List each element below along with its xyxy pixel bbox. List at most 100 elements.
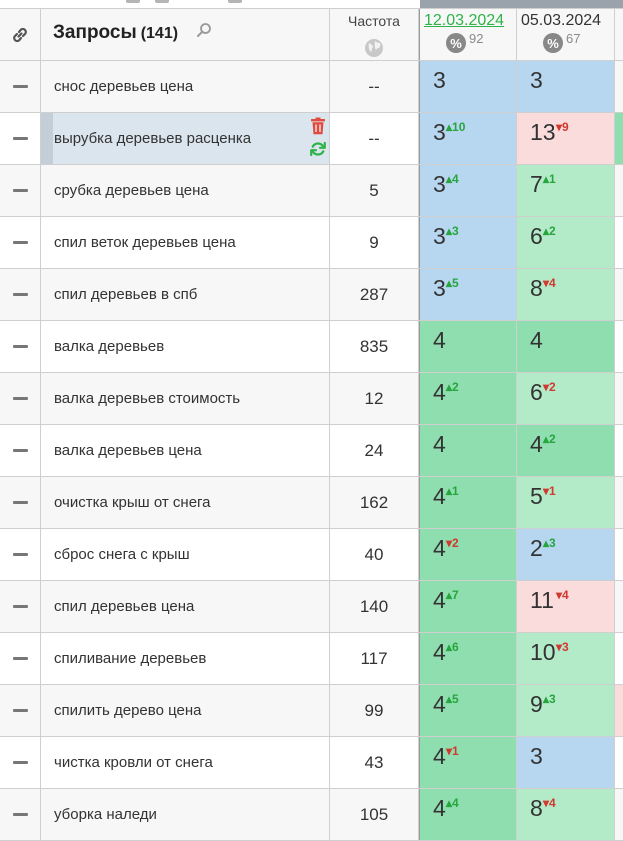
position-cell[interactable]: 4 ▾1: [419, 737, 517, 788]
table-row[interactable]: срубка деревьев цена 5 3 ▴4 7 ▴1: [0, 165, 623, 217]
row-toggle[interactable]: [0, 61, 41, 112]
table-row[interactable]: спил деревьев в спб 287 3 ▴5 8 ▾4: [0, 269, 623, 321]
position-cell[interactable]: [615, 477, 623, 528]
position-cell[interactable]: 2 ▴3: [517, 529, 615, 580]
search-icon[interactable]: [196, 22, 212, 43]
position-cell[interactable]: [615, 633, 623, 684]
table-row[interactable]: валка деревьев цена 24 4 4 ▴2: [0, 425, 623, 477]
row-toggle[interactable]: [0, 685, 41, 736]
position-cell[interactable]: 9 ▴3: [517, 685, 615, 736]
position-cell[interactable]: 3: [517, 61, 615, 112]
globe-icon[interactable]: [364, 38, 384, 63]
trash-icon[interactable]: [310, 117, 326, 135]
table-row[interactable]: вырубка деревьев расценка -- 3 ▴10 13 ▾9: [0, 113, 623, 165]
position-cell[interactable]: [615, 529, 623, 580]
position-cell[interactable]: 6 ▾2: [517, 373, 615, 424]
position-cell[interactable]: 3 ▴4: [419, 165, 517, 216]
table-row[interactable]: спилить дерево цена 99 4 ▴5 9 ▴3: [0, 685, 623, 737]
minus-icon[interactable]: [12, 761, 28, 764]
position-cell[interactable]: 3 ▴10: [419, 113, 517, 164]
position-cell[interactable]: 3: [419, 61, 517, 112]
query-cell[interactable]: валка деревьев цена: [41, 425, 330, 476]
position-cell[interactable]: 4: [517, 321, 615, 372]
position-cell[interactable]: [615, 685, 623, 736]
refresh-icon[interactable]: [309, 140, 327, 158]
link-icon[interactable]: [10, 25, 30, 45]
row-toggle[interactable]: [0, 165, 41, 216]
position-cell[interactable]: 4 ▴4: [419, 789, 517, 840]
query-cell[interactable]: очистка крыш от снега: [41, 477, 330, 528]
position-cell[interactable]: 4 ▾2: [419, 529, 517, 580]
query-cell[interactable]: срубка деревьев цена: [41, 165, 330, 216]
row-toggle[interactable]: [0, 269, 41, 320]
minus-icon[interactable]: [12, 709, 28, 712]
query-cell[interactable]: валка деревьев стоимость: [41, 373, 330, 424]
position-cell[interactable]: [615, 737, 623, 788]
position-cell[interactable]: 3: [517, 737, 615, 788]
query-cell[interactable]: снос деревьев цена: [41, 61, 330, 112]
query-cell[interactable]: спилить дерево цена: [41, 685, 330, 736]
minus-icon[interactable]: [12, 189, 28, 192]
minus-icon[interactable]: [12, 657, 28, 660]
minus-icon[interactable]: [12, 553, 28, 556]
position-cell[interactable]: [615, 61, 623, 112]
table-row[interactable]: валка деревьев 835 4 4: [0, 321, 623, 373]
position-cell[interactable]: 8 ▾4: [517, 789, 615, 840]
query-cell[interactable]: валка деревьев: [41, 321, 330, 372]
minus-icon[interactable]: [12, 397, 28, 400]
row-toggle[interactable]: [0, 113, 41, 164]
position-cell[interactable]: 4 ▴2: [419, 373, 517, 424]
minus-icon[interactable]: [12, 813, 28, 816]
date-column-header-3[interactable]: [615, 9, 623, 60]
minus-icon[interactable]: [12, 241, 28, 244]
minus-icon[interactable]: [12, 293, 28, 296]
position-cell[interactable]: 8 ▾4: [517, 269, 615, 320]
date-link-2[interactable]: 05.03.2024: [521, 12, 601, 30]
query-cell[interactable]: сброс снега с крыш: [41, 529, 330, 580]
query-cell[interactable]: чистка кровли от снега: [41, 737, 330, 788]
minus-icon[interactable]: [12, 605, 28, 608]
query-cell[interactable]: спил деревьев цена: [41, 581, 330, 632]
table-row[interactable]: очистка крыш от снега 162 4 ▴1 5 ▾1: [0, 477, 623, 529]
minus-icon[interactable]: [12, 501, 28, 504]
position-cell[interactable]: 5 ▾1: [517, 477, 615, 528]
position-cell[interactable]: [615, 789, 623, 840]
link-toggle[interactable]: [0, 9, 41, 60]
table-row[interactable]: валка деревьев стоимость 12 4 ▴2 6 ▾2: [0, 373, 623, 425]
position-cell[interactable]: 10 ▾3: [517, 633, 615, 684]
position-cell[interactable]: 3 ▴3: [419, 217, 517, 268]
query-cell[interactable]: вырубка деревьев расценка: [41, 113, 330, 164]
query-cell[interactable]: уборка наледи: [41, 789, 330, 840]
position-cell[interactable]: 4: [419, 425, 517, 476]
table-row[interactable]: снос деревьев цена -- 3 3: [0, 61, 623, 113]
minus-icon[interactable]: [12, 345, 28, 348]
row-toggle[interactable]: [0, 529, 41, 580]
position-cell[interactable]: 4 ▴6: [419, 633, 517, 684]
position-cell[interactable]: 4: [419, 321, 517, 372]
position-cell[interactable]: [615, 113, 623, 164]
row-toggle[interactable]: [0, 373, 41, 424]
position-cell[interactable]: 4 ▴7: [419, 581, 517, 632]
row-toggle[interactable]: [0, 737, 41, 788]
row-toggle[interactable]: [0, 217, 41, 268]
position-cell[interactable]: [615, 165, 623, 216]
date-column-header-2[interactable]: 05.03.2024 % 67: [517, 9, 615, 60]
position-cell[interactable]: [615, 269, 623, 320]
position-cell[interactable]: 13 ▾9: [517, 113, 615, 164]
frequency-header[interactable]: Частота: [330, 9, 419, 60]
position-cell[interactable]: 4 ▴5: [419, 685, 517, 736]
row-toggle[interactable]: [0, 581, 41, 632]
query-cell[interactable]: спил веток деревьев цена: [41, 217, 330, 268]
position-cell[interactable]: 4 ▴1: [419, 477, 517, 528]
minus-icon[interactable]: [12, 85, 28, 88]
position-cell[interactable]: 7 ▴1: [517, 165, 615, 216]
position-cell[interactable]: [615, 425, 623, 476]
position-cell[interactable]: [615, 321, 623, 372]
query-cell[interactable]: спил деревьев в спб: [41, 269, 330, 320]
row-toggle[interactable]: [0, 789, 41, 840]
position-cell[interactable]: 4 ▴2: [517, 425, 615, 476]
row-toggle[interactable]: [0, 633, 41, 684]
position-cell[interactable]: [615, 581, 623, 632]
row-toggle[interactable]: [0, 321, 41, 372]
table-row[interactable]: сброс снега с крыш 40 4 ▾2 2 ▴3: [0, 529, 623, 581]
